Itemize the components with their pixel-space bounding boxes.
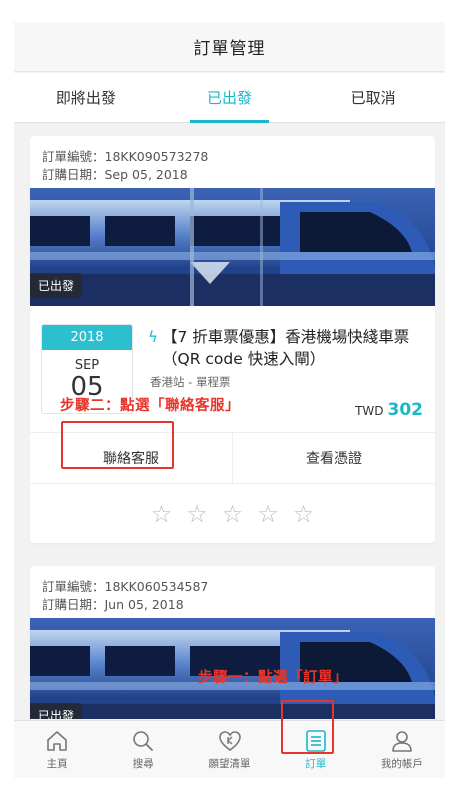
account-icon xyxy=(392,731,412,752)
tabbar-label: 我的帳戶 xyxy=(380,758,423,770)
train-banner-image: 已出發 xyxy=(30,188,435,306)
tabbar-label: 主頁 xyxy=(46,758,68,770)
tabbar-home[interactable]: 主頁 xyxy=(14,721,100,778)
product-info: ϟ 【7 折車票優惠】香港機場快綫車票（QR code 快速入閘） 香港站 - … xyxy=(148,326,428,390)
page-title: 訂單管理 xyxy=(193,39,266,59)
order-list: 訂單編號：18KK090573278 訂購日期：Sep 05, 2018 已出發… xyxy=(14,123,445,719)
rating-stars: ☆ ☆ ☆ ☆ ☆ xyxy=(30,484,435,543)
lightning-icon: ϟ xyxy=(148,328,158,346)
tab-cancelled[interactable]: 已取消 xyxy=(301,73,445,122)
order-list-icon xyxy=(305,730,326,752)
tab-upcoming[interactable]: 即將出發 xyxy=(14,73,158,122)
price: TWD 302 xyxy=(355,400,423,420)
order-actions: 聯絡客服 查看憑證 xyxy=(30,432,435,484)
tabbar-orders[interactable]: 訂單 xyxy=(273,721,359,778)
order-date: 訂購日期：Jun 05, 2018 xyxy=(42,597,184,612)
order-card[interactable]: 訂單編號：18KK060534587 訂購日期：Jun 05, 2018 已出發 xyxy=(30,566,435,719)
phone-frame: 訂單管理 即將出發 已出發 已取消 訂單編號：18KK090573278 訂購日… xyxy=(0,0,459,800)
order-number: 訂單編號：18KK090573278 xyxy=(42,149,209,164)
home-icon xyxy=(47,731,67,751)
product-title-row: ϟ 【7 折車票優惠】香港機場快綫車票（QR code 快速入閘） xyxy=(148,326,428,370)
order-card[interactable]: 訂單編號：18KK090573278 訂購日期：Sep 05, 2018 已出發… xyxy=(30,136,435,543)
order-meta: 訂單編號：18KK060534587 訂購日期：Jun 05, 2018 xyxy=(30,566,435,614)
tabbar-account[interactable]: 我的帳戶 xyxy=(359,721,445,778)
annotation-step1: 步驟一：點選「訂單」 xyxy=(198,670,348,686)
star-icon[interactable]: ☆ xyxy=(151,500,173,528)
product-title: 【7 折車票優惠】香港機場快綫車票（QR code 快速入閘） xyxy=(162,328,410,368)
annotation-step2: 步驟二：點選「聯絡客服」 xyxy=(60,398,240,414)
order-number: 訂單編號：18KK060534587 xyxy=(42,579,209,594)
product-subtitle: 香港站 - 單程票 xyxy=(150,375,231,389)
status-badge: 已出發 xyxy=(30,273,83,298)
star-icon[interactable]: ☆ xyxy=(222,500,244,528)
order-tabs: 即將出發 已出發 已取消 xyxy=(14,73,445,123)
travel-year: 2018 xyxy=(42,325,132,350)
wishlist-heart-icon xyxy=(218,731,241,751)
price-currency: TWD xyxy=(355,404,384,418)
star-icon[interactable]: ☆ xyxy=(257,500,279,528)
star-icon[interactable]: ☆ xyxy=(293,500,315,528)
tabbar-label: 願望清單 xyxy=(208,758,251,770)
contact-support-button[interactable]: 聯絡客服 xyxy=(30,433,232,483)
tabbar-label: 訂單 xyxy=(305,758,327,770)
status-badge: 已出發 xyxy=(30,703,83,719)
tab-departed[interactable]: 已出發 xyxy=(158,73,302,123)
bottom-tab-bar: 主頁 搜尋 願望清單 訂單 我的帳戶 xyxy=(14,720,445,778)
tabbar-search[interactable]: 搜尋 xyxy=(100,721,186,778)
nav-header: 訂單管理 xyxy=(14,22,445,72)
view-voucher-button[interactable]: 查看憑證 xyxy=(232,433,435,483)
tabbar-wishlist[interactable]: 願望清單 xyxy=(186,721,272,778)
price-amount: 302 xyxy=(387,400,424,420)
travel-month: SEP xyxy=(74,358,100,373)
search-icon xyxy=(133,731,154,751)
star-icon[interactable]: ☆ xyxy=(186,500,208,528)
tabbar-label: 搜尋 xyxy=(132,758,154,770)
order-meta: 訂單編號：18KK090573278 訂購日期：Sep 05, 2018 xyxy=(30,136,435,184)
order-date: 訂購日期：Sep 05, 2018 xyxy=(42,167,188,182)
